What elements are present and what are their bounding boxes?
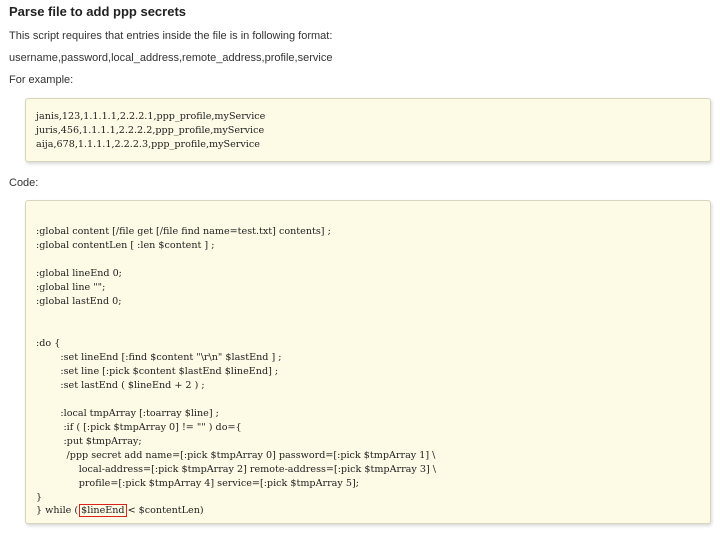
- code-line: }: [36, 492, 43, 503]
- code-line: :set lineEnd [:find $content "\r\n" $las…: [36, 352, 282, 363]
- example-code-block: janis,123,1.1.1.1,2.2.2.1,ppp_profile,my…: [25, 98, 711, 162]
- code-line: /ppp secret add name=[:pick $tmpArray 0]…: [36, 450, 436, 461]
- code-line: :put $tmpArray;: [36, 436, 142, 447]
- code-line: :global content [/file get [/file find n…: [36, 226, 331, 237]
- format-text: username,password,local_address,remote_a…: [9, 52, 333, 64]
- code-line: :local tmpArray [:toarray $line] ;: [36, 408, 219, 419]
- code-line: :global lineEnd 0;: [36, 268, 122, 279]
- code-line-last: } while ($lineEnd < $contentLen): [36, 504, 204, 518]
- code-line: :global contentLen [ :len $content ] ;: [36, 240, 215, 251]
- code-line: :do {: [36, 338, 61, 349]
- code-label: Code:: [9, 177, 39, 189]
- code-line: :set lastEnd ( $lineEnd + 2 ) ;: [36, 380, 205, 391]
- code-line: profile=[:pick $tmpArray 4] service=[:pi…: [36, 478, 359, 489]
- page-heading: Parse file to add ppp secrets: [9, 4, 187, 19]
- script-code-block: :global content [/file get [/file find n…: [25, 200, 711, 524]
- code-line: :if ( [:pick $tmpArray 0] != "" ) do={: [36, 422, 242, 433]
- code-line: :global lastEnd 0;: [36, 296, 122, 307]
- example-line: aija,678,1.1.1.1,2.2.2.3,ppp_profile,myS…: [36, 139, 260, 150]
- example-line: juris,456,1.1.1.1,2.2.2.2,ppp_profile,my…: [36, 125, 265, 136]
- code-line: local-address=[:pick $tmpArray 2] remote…: [36, 464, 436, 475]
- code-line: :set line [:pick $content $lastEnd $line…: [36, 366, 279, 377]
- code-line: :global line "";: [36, 282, 106, 293]
- code-while-suffix: < $contentLen): [127, 505, 204, 516]
- example-line: janis,123,1.1.1.1,2.2.2.1,ppp_profile,my…: [36, 111, 266, 122]
- example-label: For example:: [9, 74, 74, 86]
- highlighted-variable: $lineEnd: [79, 504, 127, 517]
- intro-text: This script requires that entries inside…: [9, 30, 333, 42]
- code-while-prefix: } while (: [36, 505, 79, 516]
